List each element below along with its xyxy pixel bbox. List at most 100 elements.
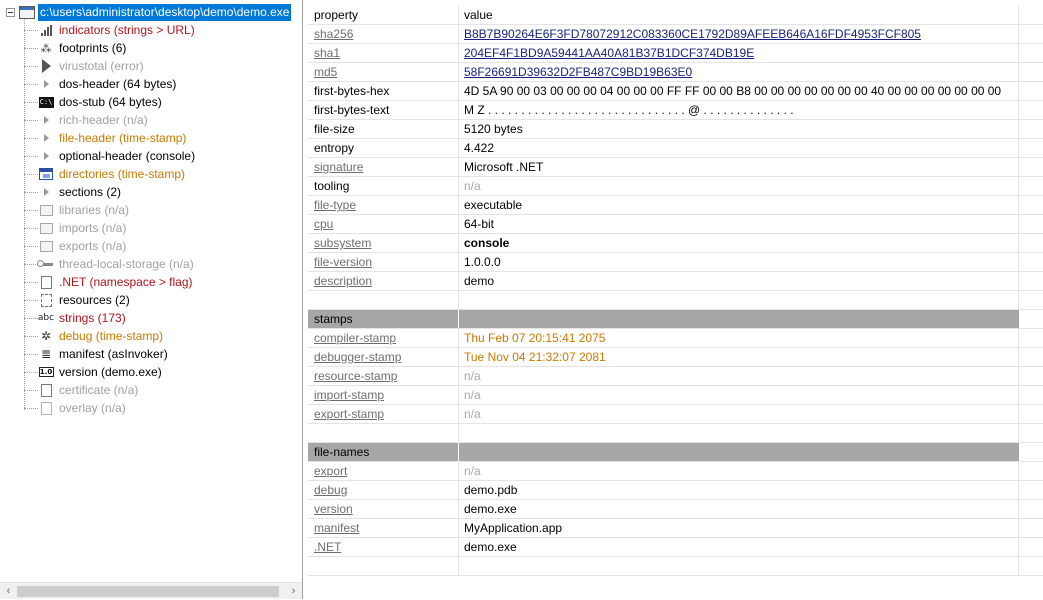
column-header-value[interactable]: value bbox=[459, 6, 1019, 24]
property-cell[interactable]: manifest bbox=[308, 519, 459, 537]
table-row[interactable]: file-size 5120 bytes bbox=[308, 120, 1043, 139]
table-row[interactable]: import-stamp n/a bbox=[308, 386, 1043, 405]
property-cell[interactable]: version bbox=[308, 500, 459, 518]
property-cell[interactable]: resource-stamp bbox=[308, 367, 459, 385]
table-row[interactable]: compiler-stamp Thu Feb 07 20:15:41 2075 bbox=[308, 329, 1043, 348]
table-row[interactable]: export n/a bbox=[308, 462, 1043, 481]
tree-item[interactable]: overlay (n/a) bbox=[24, 399, 126, 417]
section-header-row[interactable]: file-names bbox=[308, 443, 1043, 462]
tree-item-label[interactable]: sections (2) bbox=[59, 183, 121, 201]
scrollbar-thumb[interactable] bbox=[17, 586, 279, 597]
tree-item-label[interactable]: thread-local-storage (n/a) bbox=[59, 255, 194, 273]
tree-item[interactable]: sections (2) bbox=[24, 183, 121, 201]
table-row[interactable]: debugger-stamp Tue Nov 04 21:32:07 2081 bbox=[308, 348, 1043, 367]
tree-item[interactable]: directories (time-stamp) bbox=[24, 165, 185, 183]
tree-item-label[interactable]: exports (n/a) bbox=[59, 237, 126, 255]
tree-item[interactable]: optional-header (console) bbox=[24, 147, 195, 165]
tree-item[interactable]: ✲ debug (time-stamp) bbox=[24, 327, 163, 345]
table-row[interactable]: entropy 4.422 bbox=[308, 139, 1043, 158]
scroll-left-icon[interactable]: ‹ bbox=[0, 583, 17, 600]
tree-item-label[interactable]: .NET (namespace > flag) bbox=[59, 273, 193, 291]
tree-item-label[interactable]: overlay (n/a) bbox=[59, 399, 126, 417]
property-cell[interactable]: file-version bbox=[308, 253, 459, 271]
table-row[interactable]: subsystem console bbox=[308, 234, 1043, 253]
tree-item[interactable]: indicators (strings > URL) bbox=[24, 21, 195, 39]
table-row[interactable]: first-bytes-hex 4D 5A 90 00 03 00 00 00 0… bbox=[308, 82, 1043, 101]
tree-item-label[interactable]: rich-header (n/a) bbox=[59, 111, 148, 129]
tree-item-label[interactable]: debug (time-stamp) bbox=[59, 327, 163, 345]
tree-root[interactable]: c:\users\administrator\desktop\demo\demo… bbox=[6, 4, 292, 21]
property-cell[interactable]: sha256 bbox=[308, 25, 459, 43]
tree-item-label[interactable]: footprints (6) bbox=[59, 39, 126, 57]
tree-item-label[interactable]: imports (n/a) bbox=[59, 219, 126, 237]
table-row[interactable]: resource-stamp n/a bbox=[308, 367, 1043, 386]
tree-item-label[interactable]: dos-stub (64 bytes) bbox=[59, 93, 162, 111]
tree-item-label[interactable]: libraries (n/a) bbox=[59, 201, 129, 219]
tree-item[interactable]: 1.0 version (demo.exe) bbox=[24, 363, 162, 381]
value-cell[interactable]: 58F26691D39632D2FB487C9BD19B63E0 bbox=[459, 63, 1019, 81]
table-row[interactable] bbox=[308, 291, 1043, 310]
tree-item[interactable]: abc strings (173) bbox=[24, 309, 126, 327]
table-row[interactable]: sha1 204EF4F1BD9A59441AA40A81B37B1DCF374D… bbox=[308, 44, 1043, 63]
property-cell[interactable]: import-stamp bbox=[308, 386, 459, 404]
table-row[interactable] bbox=[308, 557, 1043, 576]
section-header-row[interactable]: stamps bbox=[308, 310, 1043, 329]
property-cell[interactable]: signature bbox=[308, 158, 459, 176]
tree-item[interactable]: dos-header (64 bytes) bbox=[24, 75, 176, 93]
property-cell[interactable]: compiler-stamp bbox=[308, 329, 459, 347]
tree-pane[interactable]: c:\users\administrator\desktop\demo\demo… bbox=[0, 0, 303, 599]
property-cell[interactable]: md5 bbox=[308, 63, 459, 81]
tree-item[interactable]: ⁂ footprints (6) bbox=[24, 39, 126, 57]
table-row[interactable] bbox=[308, 424, 1043, 443]
property-cell[interactable]: export-stamp bbox=[308, 405, 459, 423]
property-cell[interactable]: cpu bbox=[308, 215, 459, 233]
table-row[interactable]: signature Microsoft .NET bbox=[308, 158, 1043, 177]
tree-item-label[interactable]: resources (2) bbox=[59, 291, 130, 309]
property-cell[interactable]: sha1 bbox=[308, 44, 459, 62]
scroll-right-icon[interactable]: › bbox=[285, 583, 302, 600]
property-cell[interactable]: .NET bbox=[308, 538, 459, 556]
property-cell[interactable]: description bbox=[308, 272, 459, 290]
tree-item[interactable]: file-header (time-stamp) bbox=[24, 129, 186, 147]
tree-item[interactable]: exports (n/a) bbox=[24, 237, 126, 255]
tree-item[interactable]: certificate (n/a) bbox=[24, 381, 138, 399]
tree-item[interactable]: rich-header (n/a) bbox=[24, 111, 148, 129]
tree-item[interactable]: imports (n/a) bbox=[24, 219, 126, 237]
table-row[interactable]: file-version 1.0.0.0 bbox=[308, 253, 1043, 272]
tree-item[interactable]: libraries (n/a) bbox=[24, 201, 129, 219]
tree-item[interactable]: virustotal (error) bbox=[24, 57, 144, 75]
tree-item-label[interactable]: optional-header (console) bbox=[59, 147, 195, 165]
column-header-property[interactable]: property bbox=[308, 6, 459, 24]
table-row[interactable]: md5 58F26691D39632D2FB487C9BD19B63E0 bbox=[308, 63, 1043, 82]
tree-item[interactable]: ≣ manifest (asInvoker) bbox=[24, 345, 168, 363]
tree-item-label[interactable]: strings (173) bbox=[59, 309, 126, 327]
table-row[interactable]: manifest MyApplication.app bbox=[308, 519, 1043, 538]
tree-item-label[interactable]: dos-header (64 bytes) bbox=[59, 75, 176, 93]
tree-item[interactable]: thread-local-storage (n/a) bbox=[24, 255, 194, 273]
value-cell[interactable]: B8B7B90264E6F3FD78072912C083360CE1792D89… bbox=[459, 25, 1019, 43]
tree-item-label[interactable]: manifest (asInvoker) bbox=[59, 345, 168, 363]
collapse-icon[interactable] bbox=[6, 8, 15, 17]
tree-item-label[interactable]: indicators (strings > URL) bbox=[59, 21, 195, 39]
tree-item[interactable]: .NET (namespace > flag) bbox=[24, 273, 193, 291]
table-row[interactable]: cpu 64-bit bbox=[308, 215, 1043, 234]
table-row[interactable]: export-stamp n/a bbox=[308, 405, 1043, 424]
table-row[interactable]: first-bytes-text M Z . . . . . . . . . . … bbox=[308, 101, 1043, 120]
tree-item-label[interactable]: directories (time-stamp) bbox=[59, 165, 185, 183]
property-cell[interactable]: debugger-stamp bbox=[308, 348, 459, 366]
tree-root-label[interactable]: c:\users\administrator\desktop\demo\demo… bbox=[38, 4, 292, 21]
tree-item[interactable]: C:\ dos-stub (64 bytes) bbox=[24, 93, 162, 111]
value-cell[interactable]: 204EF4F1BD9A59441AA40A81B37B1DCF374DB19E bbox=[459, 44, 1019, 62]
tree-item[interactable]: resources (2) bbox=[24, 291, 130, 309]
property-cell[interactable]: subsystem bbox=[308, 234, 459, 252]
tree-item-label[interactable]: certificate (n/a) bbox=[59, 381, 138, 399]
table-row[interactable]: file-type executable bbox=[308, 196, 1043, 215]
table-row[interactable]: version demo.exe bbox=[308, 500, 1043, 519]
horizontal-scrollbar[interactable]: ‹ › bbox=[0, 582, 302, 599]
tree-item-label[interactable]: file-header (time-stamp) bbox=[59, 129, 186, 147]
table-row[interactable]: debug demo.pdb bbox=[308, 481, 1043, 500]
property-cell[interactable]: debug bbox=[308, 481, 459, 499]
table-row[interactable]: description demo bbox=[308, 272, 1043, 291]
table-row[interactable]: .NET demo.exe bbox=[308, 538, 1043, 557]
table-row[interactable]: tooling n/a bbox=[308, 177, 1043, 196]
